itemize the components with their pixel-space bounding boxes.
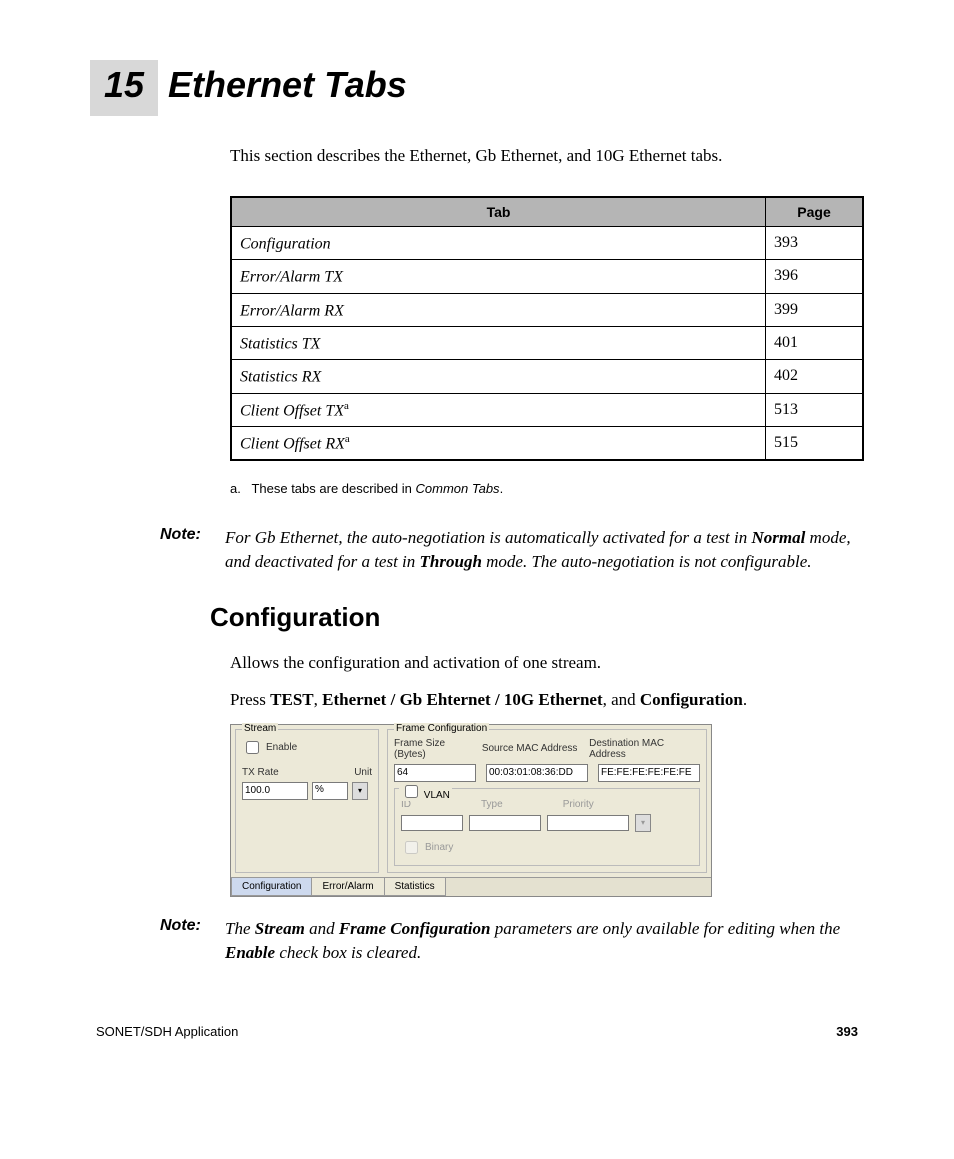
stream-groupbox: Stream Enable TX Rate Unit % ▾ [235, 729, 379, 873]
table-row: Configuration 393 [231, 227, 863, 260]
src-mac-input[interactable] [486, 764, 588, 782]
unit-select[interactable]: % [312, 782, 348, 800]
table-row: Client Offset TXa 513 [231, 393, 863, 426]
cell-page: 513 [766, 393, 864, 426]
cell-tab: Client Offset RX [240, 435, 345, 452]
table-row: Error/Alarm TX 396 [231, 260, 863, 293]
cell-page: 396 [766, 260, 864, 293]
binary-label: Binary [425, 842, 453, 853]
footnote-text: These tabs are described in Common Tabs. [251, 481, 503, 496]
vlan-priority-select[interactable] [547, 815, 629, 831]
cell-tab: Error/Alarm RX [240, 302, 344, 319]
vlan-id-input[interactable] [401, 815, 463, 831]
stream-legend: Stream [242, 723, 278, 734]
cell-page: 515 [766, 426, 864, 460]
binary-checkbox[interactable] [405, 841, 418, 854]
vlan-checkbox[interactable] [405, 785, 418, 798]
vlan-groupbox: VLAN ID Type Priority ▾ Binary [394, 788, 700, 866]
note-label: Note: [160, 526, 225, 574]
table-row: Statistics RX 402 [231, 360, 863, 393]
cell-sup: a [344, 400, 349, 412]
cell-page: 402 [766, 360, 864, 393]
footer-left: SONET/SDH Application [96, 1024, 238, 1039]
enable-label: Enable [266, 742, 297, 753]
cell-page: 393 [766, 227, 864, 260]
txrate-label: TX Rate [242, 767, 279, 778]
tab-configuration[interactable]: Configuration [231, 878, 312, 896]
frame-size-input[interactable] [394, 764, 476, 782]
cell-tab: Error/Alarm TX [240, 269, 343, 286]
tab-bar: Configuration Error/Alarm Statistics [231, 877, 711, 896]
tab-error-alarm[interactable]: Error/Alarm [311, 878, 384, 896]
cell-tab: Statistics RX [240, 369, 321, 386]
tab-statistics[interactable]: Statistics [384, 878, 446, 896]
note-label: Note: [160, 917, 225, 965]
chevron-down-icon[interactable]: ▾ [635, 814, 651, 832]
unit-label: Unit [354, 767, 372, 778]
table-row: Statistics TX 401 [231, 326, 863, 359]
vlan-legend: VLAN [399, 782, 452, 801]
dst-mac-label: Destination MAC Address [589, 738, 700, 760]
screenshot-panel: Stream Enable TX Rate Unit % ▾ Frame Con… [230, 724, 712, 897]
table-row: Client Offset RXa 515 [231, 426, 863, 460]
note-body: The Stream and Frame Configuration param… [225, 917, 864, 965]
chapter-title: Ethernet Tabs [168, 64, 407, 106]
paragraph: Allows the configuration and activation … [230, 653, 864, 673]
table-footnote: a. These tabs are described in Common Ta… [230, 481, 864, 496]
vlan-priority-label: Priority [563, 799, 594, 810]
src-mac-label: Source MAC Address [482, 743, 579, 754]
frame-legend: Frame Configuration [394, 723, 489, 734]
chevron-down-icon[interactable]: ▾ [352, 782, 368, 800]
tabs-table: Tab Page Configuration 393 Error/Alarm TX… [230, 196, 864, 461]
frame-size-label: Frame Size (Bytes) [394, 738, 472, 760]
vlan-type-label: Type [481, 799, 503, 810]
dst-mac-input[interactable] [598, 764, 700, 782]
chapter-number: 15 [90, 60, 158, 116]
frame-config-groupbox: Frame Configuration Frame Size (Bytes) S… [387, 729, 707, 873]
cell-sup: a [345, 433, 350, 445]
chapter-header: 15 Ethernet Tabs [90, 60, 864, 116]
section-heading: Configuration [210, 602, 864, 633]
footnote-label: a. [230, 481, 241, 496]
cell-tab: Statistics TX [240, 335, 320, 352]
paragraph: Press TEST, Ethernet / Gb Ehternet / 10G… [230, 690, 864, 710]
note-block: Note: For Gb Ethernet, the auto-negotiat… [160, 526, 864, 574]
cell-page: 401 [766, 326, 864, 359]
cell-tab: Client Offset TX [240, 402, 344, 419]
enable-checkbox[interactable] [246, 741, 259, 754]
cell-tab: Configuration [240, 235, 331, 252]
vlan-type-input[interactable] [469, 815, 541, 831]
footer-page-number: 393 [836, 1024, 858, 1039]
intro-paragraph: This section describes the Ethernet, Gb … [230, 146, 864, 166]
note-body: For Gb Ethernet, the auto-negotiation is… [225, 526, 864, 574]
txrate-input[interactable] [242, 782, 308, 800]
col-header-page: Page [766, 197, 864, 227]
page-footer: SONET/SDH Application 393 [90, 1024, 864, 1039]
table-row: Error/Alarm RX 399 [231, 293, 863, 326]
cell-page: 399 [766, 293, 864, 326]
note-block: Note: The Stream and Frame Configuration… [160, 917, 864, 965]
col-header-tab: Tab [231, 197, 766, 227]
